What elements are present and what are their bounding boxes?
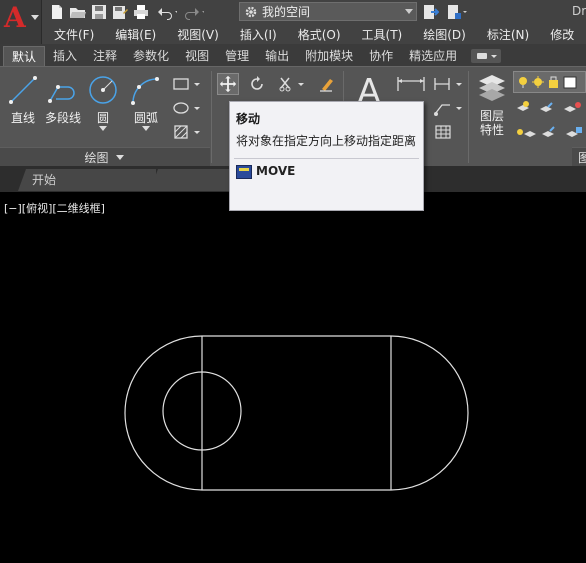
panel-divider (468, 71, 469, 163)
chevron-down-icon[interactable] (99, 126, 107, 131)
tooltip-title: 移动 (236, 112, 261, 126)
tab-output[interactable]: 输出 (257, 46, 297, 66)
polyline-icon (48, 85, 75, 103)
tooltip-divider (234, 158, 419, 159)
gear-icon (245, 6, 257, 17)
ribbon-more-button[interactable] (471, 49, 502, 63)
line-tool-label: 直线 (10, 111, 35, 125)
layer-tools-row2[interactable] (514, 123, 586, 141)
layer-properties-tool[interactable]: 图层 特性 (474, 71, 510, 137)
region-icon[interactable] (172, 123, 204, 141)
tab-manage[interactable]: 管理 (217, 46, 257, 66)
arc-tool-label: 圆弧 (133, 111, 158, 125)
window-title: Dr (572, 4, 586, 18)
undo-icon[interactable] (153, 3, 177, 21)
tab-insert[interactable]: 插入 (45, 46, 85, 66)
tab-parametric[interactable]: 参数化 (125, 46, 177, 66)
hatch-icon[interactable] (172, 99, 204, 117)
chevron-down-icon (115, 155, 124, 160)
erase-icon[interactable] (318, 75, 336, 93)
tab-annotate[interactable]: 注释 (85, 46, 125, 66)
start-tab[interactable]: 开始 (18, 169, 156, 191)
menu-tools[interactable]: 工具(T) (350, 26, 412, 43)
dimension-style-icon[interactable] (432, 75, 466, 93)
line-icon (9, 76, 37, 104)
save-icon[interactable] (90, 3, 108, 21)
workspace-selector[interactable]: 我的空间 (239, 2, 417, 21)
start-tab-label: 开始 (32, 173, 57, 187)
rotate-icon[interactable] (248, 75, 266, 93)
draw-panel-footer[interactable]: 绘图 (0, 147, 210, 166)
polyline-tool[interactable]: 多段线 (43, 73, 83, 126)
layer-dropdown[interactable] (513, 71, 586, 93)
tooltip-description: 将对象在指定方向上移动指定距离 (236, 134, 417, 148)
print-icon[interactable] (132, 3, 150, 21)
tab-default[interactable]: 默认 (3, 46, 46, 66)
circle-tool-label: 圆 (96, 111, 109, 125)
arc-tool[interactable]: 圆弧 (128, 73, 164, 131)
menu-draw[interactable]: 绘图(D) (411, 26, 475, 43)
tab-featured-apps[interactable]: 精选应用 (401, 46, 465, 66)
layers-panel-footer[interactable]: 图 (572, 147, 586, 166)
move-icon[interactable] (217, 73, 239, 95)
drawing-canvas[interactable]: [−][俯视][二维线框] (0, 192, 586, 563)
layer-properties-icon (479, 75, 505, 101)
chevron-down-icon[interactable] (142, 126, 150, 131)
menu-edit[interactable]: 编辑(E) (103, 26, 165, 43)
layer-properties-label: 图层 特性 (480, 109, 504, 137)
command-tooltip: 移动 将对象在指定方向上移动指定距离 MOVE (229, 101, 424, 211)
table-icon[interactable] (434, 123, 452, 141)
autocad-logo-icon: A (4, 1, 26, 34)
circle-tool[interactable]: 圆 (86, 73, 120, 131)
menu-bar: 文件(F) 编辑(E) 视图(V) 插入(I) 格式(O) 工具(T) 绘图(D… (42, 24, 586, 44)
layer-properties-label-line2: 特性 (479, 123, 504, 137)
tab-collaborate[interactable]: 协作 (361, 46, 401, 66)
arc-icon (131, 77, 159, 105)
chevron-down-icon (31, 15, 39, 20)
menu-file[interactable]: 文件(F) (42, 26, 103, 43)
tab-addins[interactable]: 附加模块 (297, 46, 361, 66)
new-icon[interactable] (48, 3, 66, 21)
layer-state-icons (519, 76, 577, 89)
ribbon-tab-bar: 默认 插入 注释 参数化 视图 管理 输出 附加模块 协作 精选应用 (0, 44, 586, 66)
slot-outline[interactable] (124, 335, 469, 491)
tooltip-command: MOVE (256, 164, 296, 178)
chevron-down-icon (405, 9, 413, 14)
multileader-icon[interactable] (432, 99, 466, 117)
workspace-name: 我的空间 (262, 5, 311, 19)
menu-view[interactable]: 视图(V) (165, 26, 228, 43)
menu-format[interactable]: 格式(O) (286, 26, 350, 43)
linear-dimension-icon[interactable] (395, 73, 427, 95)
title-bar: 我的空间 Dr (0, 0, 586, 24)
layer-properties-label-line1: 图层 (479, 109, 504, 123)
draw-panel-title: 绘图 (84, 150, 109, 165)
trim-icon[interactable] (278, 75, 310, 93)
rectangle-icon[interactable] (172, 75, 204, 93)
application-menu-button[interactable]: A (0, 0, 42, 44)
menu-modify[interactable]: 修改 (538, 26, 583, 43)
ribbon-options-icon (477, 53, 498, 59)
tab-view[interactable]: 视图 (177, 46, 217, 66)
menu-insert[interactable]: 插入(I) (228, 26, 286, 43)
layers-panel-title: 图 (578, 150, 586, 165)
command-line-icon (236, 165, 252, 179)
share-icon[interactable] (423, 3, 439, 21)
redo-icon[interactable] (180, 3, 204, 21)
circle-icon (89, 76, 117, 104)
save-as-icon[interactable] (111, 3, 129, 21)
open-icon[interactable] (69, 3, 87, 21)
line-tool[interactable]: 直线 (6, 73, 40, 126)
drawing-geometry (124, 335, 469, 491)
menu-dimension[interactable]: 标注(N) (475, 26, 538, 43)
publish-icon[interactable] (446, 3, 468, 21)
layer-tools-row1[interactable] (514, 99, 586, 117)
polyline-tool-label: 多段线 (44, 111, 81, 125)
quick-access-toolbar (48, 3, 207, 21)
panel-divider (211, 71, 212, 163)
